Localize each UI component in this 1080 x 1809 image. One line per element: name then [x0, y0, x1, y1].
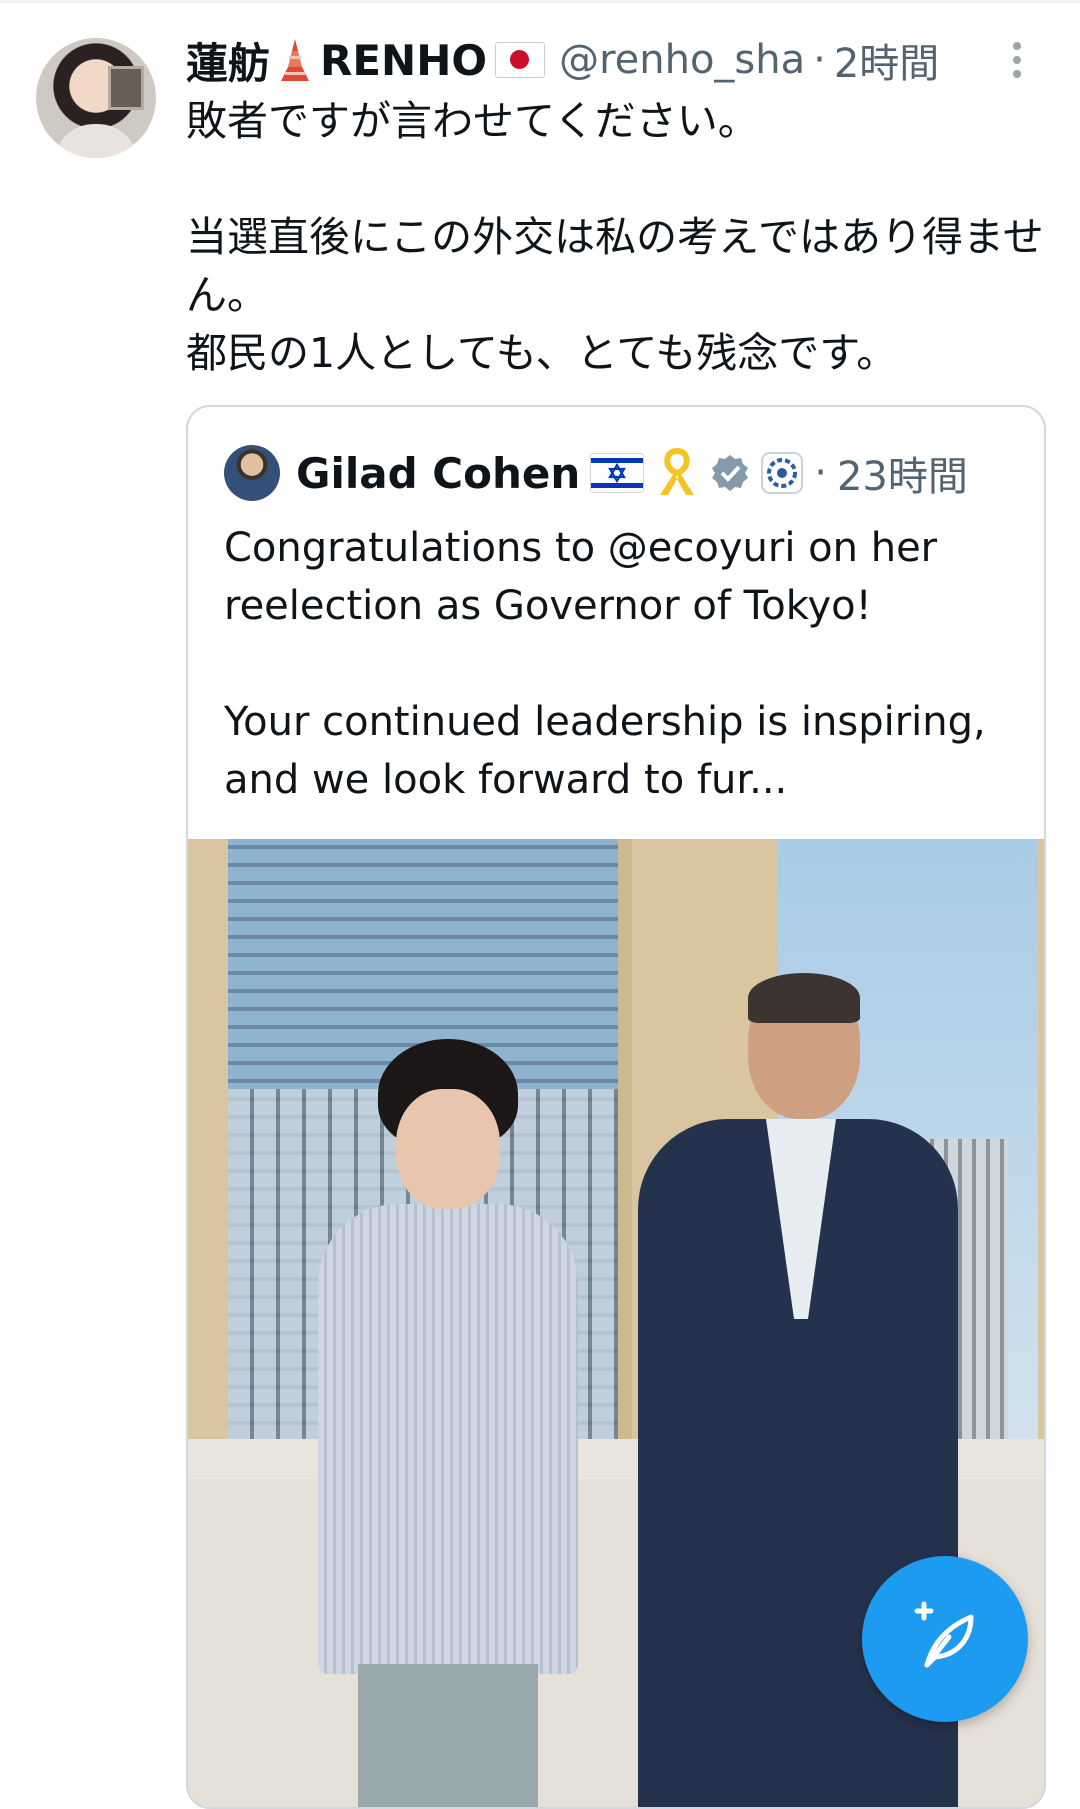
japan-flag-icon — [495, 42, 546, 78]
tweet[interactable]: 蓮舫 RENHO @renho_sha · 2時間 敗者ですが言わせてください。… — [0, 0, 1080, 1809]
quoted-tweet-text: Congratulations to @ecoyuri on her reele… — [224, 525, 986, 803]
verified-badge-icon — [710, 453, 750, 493]
more-options-icon[interactable] — [1010, 42, 1024, 82]
separator-dot: · — [814, 450, 827, 496]
avatar-shirt — [54, 124, 138, 158]
photo-person-left — [298, 1039, 598, 1807]
tweet-header: 蓮舫 RENHO @renho_sha · 2時間 — [186, 30, 1016, 90]
quoted-tweet-header: Gilad Cohen · 23時間 — [296, 443, 968, 503]
quoted-author-avatar[interactable] — [224, 445, 280, 501]
author-handle[interactable]: @renho_sha — [559, 37, 805, 83]
tokyo-tower-icon — [278, 37, 312, 83]
author-avatar[interactable] — [36, 38, 156, 158]
compose-post-button[interactable] — [862, 1556, 1028, 1722]
quoted-tweet-time[interactable]: 23時間 — [837, 444, 968, 502]
tweet-time[interactable]: 2時間 — [834, 31, 939, 89]
avatar-background-frame — [108, 66, 144, 110]
photo-window-frame — [618, 839, 632, 1459]
author-display-name[interactable]: 蓮舫 — [186, 30, 270, 91]
author-display-name-suffix[interactable]: RENHO — [320, 36, 487, 85]
organization-badge-icon — [760, 451, 804, 495]
yellow-ribbon-icon — [654, 447, 700, 499]
tweet-text: 敗者ですが言わせてください。 当選直後にこの外交は私の考えではあり得ません。 都… — [186, 97, 1044, 377]
israel-flag-icon — [590, 453, 645, 493]
compose-post-icon — [905, 1597, 985, 1681]
quoted-author-display-name[interactable]: Gilad Cohen — [296, 449, 580, 498]
separator-dot: · — [813, 37, 826, 83]
